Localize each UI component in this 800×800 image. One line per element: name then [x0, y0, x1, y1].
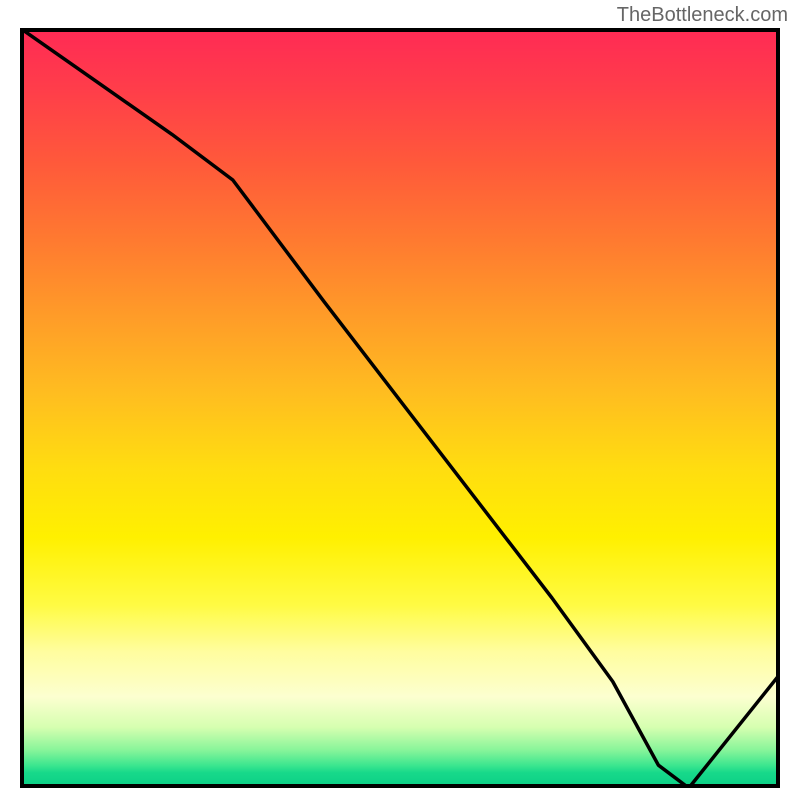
watermark-text: TheBottleneck.com — [617, 4, 788, 27]
plot-area — [20, 28, 780, 788]
bottleneck-curve — [20, 28, 780, 788]
chart-root: TheBottleneck.com — [0, 0, 800, 800]
chart-svg — [20, 28, 780, 788]
